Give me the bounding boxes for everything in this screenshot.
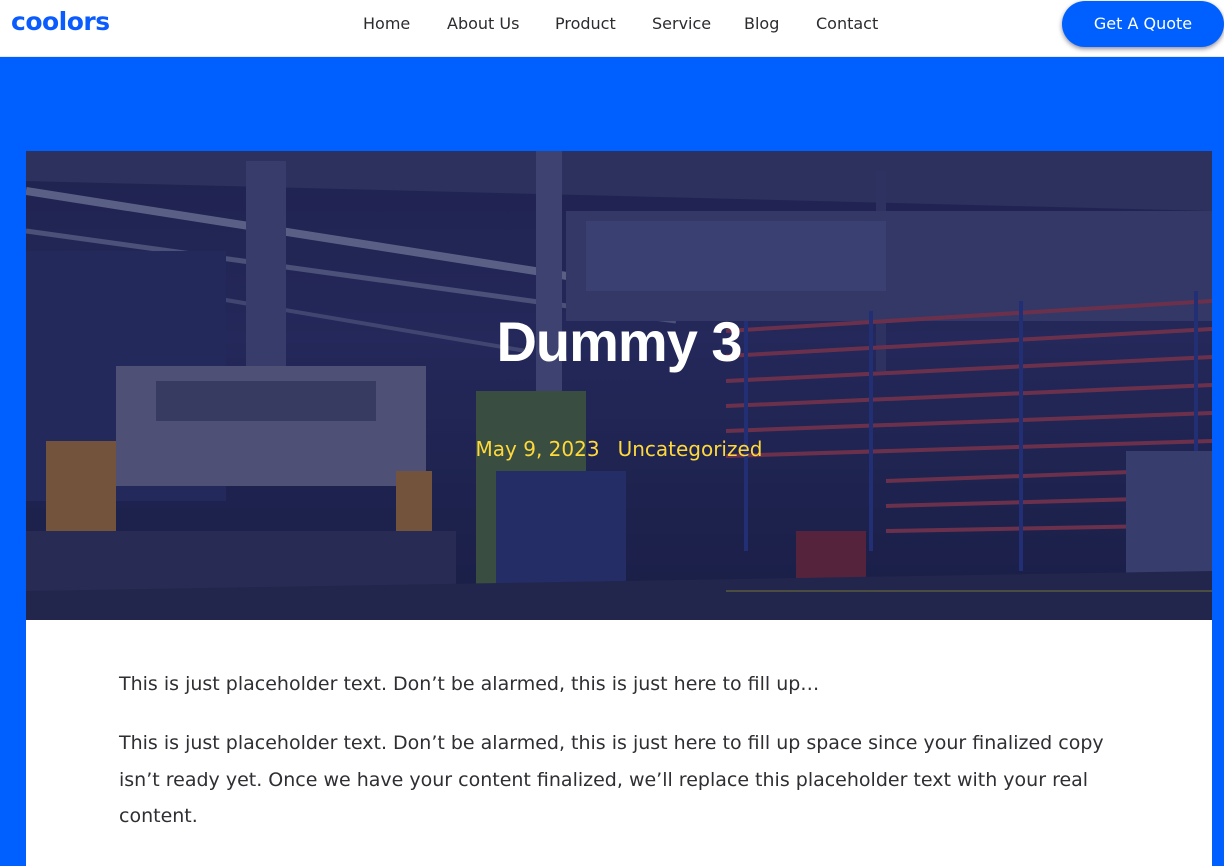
site-logo[interactable]: coolors — [11, 6, 110, 38]
nav-product[interactable]: Product — [555, 13, 616, 35]
nav-service[interactable]: Service — [652, 13, 711, 35]
post-meta: May 9, 2023 Uncategorized — [26, 435, 1212, 463]
nav-home[interactable]: Home — [363, 13, 410, 35]
nav-contact[interactable]: Contact — [816, 13, 878, 35]
nav-about-us[interactable]: About Us — [447, 13, 519, 35]
nav-blog[interactable]: Blog — [744, 13, 779, 35]
post-content: This is just placeholder text. Don’t be … — [26, 620, 1212, 866]
post-title: Dummy 3 — [496, 310, 742, 373]
post-category[interactable]: Uncategorized — [618, 435, 763, 463]
hero-overlay — [26, 151, 1212, 620]
post-excerpt-paragraph: This is just placeholder text. Don’t be … — [119, 673, 820, 695]
post-hero: Dummy 3 May 9, 2023 Uncategorized — [26, 151, 1212, 620]
post-body-paragraph: This is just placeholder text. Don’t be … — [119, 732, 1104, 827]
get-a-quote-button[interactable]: Get A Quote — [1062, 1, 1224, 47]
post-date[interactable]: May 9, 2023 — [476, 435, 600, 463]
site-header: coolors Home About Us Product Service Bl… — [0, 0, 1224, 57]
